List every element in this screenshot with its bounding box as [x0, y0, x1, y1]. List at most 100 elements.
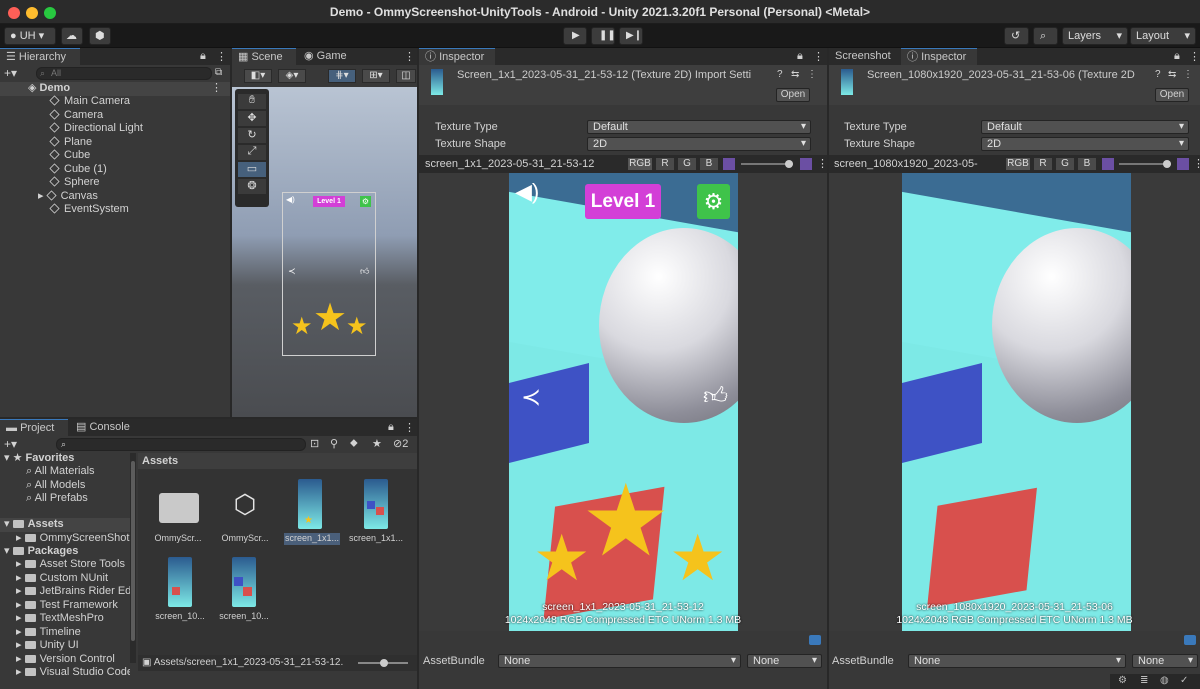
texture-thumbnail[interactable]	[168, 557, 192, 607]
alpha-icon[interactable]	[1176, 157, 1190, 171]
lock-icon[interactable]: 🔒︎	[388, 421, 394, 434]
more-options-icon[interactable]: ⋮	[1183, 69, 1193, 80]
tab-scene[interactable]: ▦ Scene	[232, 48, 296, 65]
texture-type-dropdown[interactable]: Default	[981, 120, 1189, 134]
assetbundle-variant-dropdown[interactable]: None	[747, 654, 822, 668]
more-options-icon[interactable]: ⋮	[813, 50, 824, 63]
thumbnail-size-slider[interactable]	[358, 659, 408, 667]
hierarchy-item[interactable]: Directional Light	[49, 122, 230, 136]
mip-icon[interactable]	[1101, 157, 1115, 171]
tab-project[interactable]: ▬ Project	[0, 419, 68, 436]
expand-arrow-icon[interactable]: ▸	[16, 626, 25, 638]
help-icon[interactable]: ?	[777, 69, 783, 80]
package-item[interactable]: ▸ TextMeshPro	[16, 612, 130, 626]
scale-tool-icon[interactable]: ⤢	[238, 145, 266, 160]
lock-icon[interactable]: 🔒︎	[200, 50, 206, 63]
hierarchy-item[interactable]: EventSystem	[49, 203, 230, 217]
tab-inspector[interactable]: ⓘ Inspector	[419, 48, 495, 65]
rect-tool-icon[interactable]: ▭	[238, 162, 266, 177]
rotate-tool-icon[interactable]: ↻	[238, 128, 266, 143]
open-button[interactable]: Open	[776, 88, 810, 102]
tab-game[interactable]: ◉ Game	[298, 48, 358, 65]
expand-arrow-icon[interactable]: ▸	[16, 558, 25, 570]
account-dropdown[interactable]: ● UH ▾	[4, 27, 56, 45]
hierarchy-item[interactable]: Camera	[49, 109, 230, 123]
assets-child-ommyscreenshot[interactable]: ▸ OmmyScreenShot	[16, 532, 129, 546]
layout-dropdown[interactable]: Layout ▾	[1130, 27, 1196, 45]
assetbundle-dropdown[interactable]: None	[908, 654, 1126, 668]
open-button[interactable]: Open	[1155, 88, 1189, 102]
hand-tool-icon[interactable]: ✋︎	[238, 94, 266, 109]
hierarchy-item[interactable]: ▸ Canvas	[38, 190, 230, 204]
texture-shape-dropdown[interactable]: 2D	[587, 137, 811, 151]
channel-g[interactable]: G	[677, 157, 697, 171]
expand-arrow-icon[interactable]: ▸	[16, 572, 25, 584]
mip-slider[interactable]	[1119, 160, 1171, 168]
hierarchy-item[interactable]: Cube	[49, 149, 230, 163]
channel-r[interactable]: R	[1033, 157, 1053, 171]
more-options-icon[interactable]: ⋮	[404, 50, 415, 63]
pause-button[interactable]: ❚❚	[591, 27, 616, 45]
hierarchy-item[interactable]: Main Camera	[49, 95, 230, 109]
expand-arrow-icon[interactable]: ▸	[16, 612, 25, 624]
favorite-icon[interactable]: ★	[372, 437, 382, 450]
add-icon[interactable]: +▾	[4, 66, 17, 80]
hidden-count-badge[interactable]: ⊘2	[393, 437, 408, 450]
mip-slider[interactable]	[741, 160, 793, 168]
unity-package-icon[interactable]: ⬡	[230, 489, 260, 523]
texture-shape-dropdown[interactable]: 2D	[981, 137, 1189, 151]
tab-screenshot[interactable]: Screenshot	[829, 48, 899, 65]
filter-label-icon[interactable]: ⚲	[330, 437, 338, 450]
scene-viewport[interactable]: ✋︎ ✥ ↻ ⤢ ▭ ❂ ◀) Level 1 ⚙ ≺ 👍︎ ★ ★ ★	[232, 87, 417, 417]
progress-icon[interactable]: ◍	[1160, 675, 1169, 686]
hierarchy-item[interactable]: Cube (1)	[49, 163, 230, 177]
lock-icon[interactable]: 🔒︎	[797, 50, 803, 63]
tree-scrollbar[interactable]	[130, 453, 136, 663]
asset-label[interactable]: OmmyScr...	[215, 533, 275, 543]
channel-g[interactable]: G	[1055, 157, 1075, 171]
expand-arrow-icon[interactable]: ▸	[16, 585, 25, 597]
tag-icon[interactable]: ⬥	[350, 437, 358, 450]
asset-label[interactable]: screen_1x1...	[348, 533, 404, 543]
collab-icon[interactable]: ⬢	[89, 27, 111, 45]
more-options-icon[interactable]: ⋮	[807, 69, 817, 80]
more-options-icon[interactable]: ⋮	[817, 157, 828, 170]
expand-arrow-icon[interactable]: ▸	[38, 190, 47, 202]
mip-icon[interactable]	[722, 157, 736, 171]
filter-type-icon[interactable]: ⊡	[310, 437, 319, 450]
package-item[interactable]: ▸ Asset Store Tools	[16, 558, 130, 572]
project-search-input[interactable]: ⌕	[56, 438, 306, 451]
package-item[interactable]: ▸ Visual Studio Code	[16, 666, 130, 680]
label-tag-icon[interactable]	[1184, 635, 1196, 645]
grid-snap-icon[interactable]: ⋕▾	[328, 69, 356, 83]
stack-icon[interactable]: ≣	[1140, 675, 1148, 686]
history-icon[interactable]: ↺	[1004, 27, 1029, 45]
more-options-icon[interactable]: ⋮	[1193, 157, 1200, 170]
move-tool-icon[interactable]: ✥	[238, 111, 266, 126]
expand-arrow-icon[interactable]: ▸	[16, 666, 25, 678]
help-icon[interactable]: ?	[1155, 69, 1161, 80]
expand-arrow-icon[interactable]: ▸	[16, 639, 25, 651]
channel-b[interactable]: B	[1077, 157, 1097, 171]
asset-label-selected[interactable]: screen_1x1...	[284, 533, 340, 545]
assetbundle-dropdown[interactable]: None	[498, 654, 741, 668]
step-button[interactable]: ▶❙	[619, 27, 643, 45]
more-options-icon[interactable]: ⋮	[216, 50, 227, 63]
packages-group[interactable]: ▾ Packages	[4, 545, 78, 559]
favorite-item[interactable]: ⌕ All Materials	[26, 465, 95, 479]
search-icon[interactable]: ⌕	[1033, 27, 1058, 45]
transform-tool-icon[interactable]: ❂	[238, 179, 266, 194]
texture-type-dropdown[interactable]: Default	[587, 120, 811, 134]
package-item[interactable]: ▸ Custom NUnit	[16, 572, 130, 586]
layers-dropdown[interactable]: Layers ▾	[1062, 27, 1128, 45]
package-item[interactable]: ▸ Test Framework	[16, 599, 130, 613]
preset-icon[interactable]: ⇆	[1168, 69, 1176, 80]
favorite-item[interactable]: ⌕ All Models	[26, 479, 95, 493]
scene-view-options-icon[interactable]: ◫	[396, 69, 416, 83]
scene-picker-icon[interactable]: ⧉	[215, 67, 222, 78]
favorite-item[interactable]: ⌕ All Prefabs	[26, 492, 95, 506]
tab-inspector[interactable]: ⓘ Inspector	[901, 48, 977, 65]
folder-asset-icon[interactable]	[156, 489, 199, 523]
favorites-group[interactable]: ▾ ★ Favorites	[4, 452, 74, 466]
more-options-icon[interactable]: ⋮	[1189, 50, 1200, 63]
